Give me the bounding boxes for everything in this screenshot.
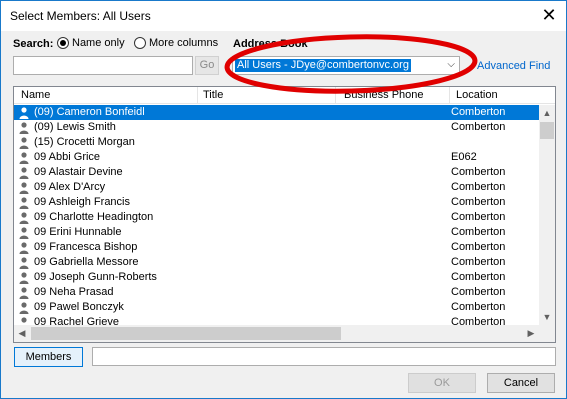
row-name: 09 Abbi Grice	[34, 151, 101, 163]
column-header-business-phone[interactable]: Business Phone	[344, 89, 424, 101]
row-name: (15) Crocetti Morgan	[34, 136, 135, 148]
ok-button[interactable]: OK	[408, 373, 476, 393]
search-label: Search:	[13, 38, 54, 50]
list-header: Name Title Business Phone Location	[14, 87, 555, 104]
radio-name-only-label: Name only	[72, 37, 125, 49]
table-row[interactable]: 09 Charlotte Headington Comberton	[14, 210, 539, 225]
horizontal-scrollbar[interactable]: ◀ ▶	[14, 325, 539, 342]
column-header-location[interactable]: Location	[456, 89, 498, 101]
table-row[interactable]: 09 Erini Hunnable Comberton	[14, 225, 539, 240]
address-book-selected-value: All Users - JDye@combertonvc.org	[234, 58, 412, 73]
row-location: Comberton	[451, 211, 506, 223]
table-row[interactable]: 09 Ashleigh Francis Comberton	[14, 195, 539, 210]
scroll-up-icon[interactable]: ▲	[539, 105, 555, 121]
members-list: Name Title Business Phone Location (09) …	[13, 86, 556, 343]
row-location: Comberton	[451, 196, 506, 208]
table-row[interactable]: 09 Francesca Bishop Comberton	[14, 240, 539, 255]
column-header-title[interactable]: Title	[203, 89, 223, 101]
table-row[interactable]: (09) Cameron Bonfeidl Comberton	[14, 105, 539, 120]
table-row[interactable]: (15) Crocetti Morgan	[14, 135, 539, 150]
person-icon	[19, 272, 29, 284]
person-icon	[19, 227, 29, 239]
column-divider[interactable]	[197, 87, 198, 104]
row-location: Comberton	[451, 181, 506, 193]
vertical-scrollbar[interactable]: ▲ ▼	[539, 105, 555, 325]
person-icon	[19, 212, 29, 224]
table-row[interactable]: 09 Gabriella Messore Comberton	[14, 255, 539, 270]
members-button[interactable]: Members	[14, 347, 83, 367]
members-field[interactable]	[92, 347, 556, 366]
row-location: E062	[451, 151, 477, 163]
radio-name-only[interactable]: Name only	[57, 37, 125, 49]
row-location: Comberton	[451, 301, 506, 313]
row-name: 09 Neha Prasad	[34, 286, 114, 298]
scrollbar-corner	[539, 325, 555, 342]
radio-more-columns[interactable]: More columns	[134, 37, 218, 49]
person-icon	[19, 167, 29, 179]
row-name: 09 Gabriella Messore	[34, 256, 139, 268]
radio-dot-checked[interactable]	[57, 37, 69, 49]
column-divider[interactable]	[449, 87, 450, 104]
row-location: Comberton	[451, 256, 506, 268]
column-header-name[interactable]: Name	[21, 89, 50, 101]
row-location: Comberton	[451, 166, 506, 178]
list-rows: (09) Cameron Bonfeidl Comberton (09) Lew…	[14, 105, 539, 330]
person-icon	[19, 182, 29, 194]
person-icon	[19, 152, 29, 164]
row-name: (09) Lewis Smith	[34, 121, 116, 133]
scroll-down-icon[interactable]: ▼	[539, 309, 555, 325]
vertical-scroll-thumb[interactable]	[540, 122, 554, 139]
row-name: 09 Alex D'Arcy	[34, 181, 106, 193]
person-icon	[19, 287, 29, 299]
person-icon	[19, 302, 29, 314]
table-row[interactable]: 09 Alastair Devine Comberton	[14, 165, 539, 180]
row-name: 09 Charlotte Headington	[34, 211, 154, 223]
table-row[interactable]: 09 Alex D'Arcy Comberton	[14, 180, 539, 195]
row-name: 09 Erini Hunnable	[34, 226, 122, 238]
address-book-label: Address Book	[233, 38, 308, 50]
person-icon	[19, 137, 29, 149]
row-location: Comberton	[451, 286, 506, 298]
person-icon	[19, 242, 29, 254]
person-icon	[19, 107, 29, 119]
scroll-left-icon[interactable]: ◀	[14, 325, 30, 342]
radio-more-columns-label: More columns	[149, 37, 219, 49]
row-name: 09 Joseph Gunn-Roberts	[34, 271, 157, 283]
person-icon	[19, 122, 29, 134]
table-row[interactable]: (09) Lewis Smith Comberton	[14, 120, 539, 135]
dialog-title: Select Members: All Users	[10, 9, 151, 23]
horizontal-scroll-thumb[interactable]	[31, 327, 341, 340]
row-name: 09 Francesca Bishop	[34, 241, 138, 253]
person-icon	[19, 257, 29, 269]
title-bar: Select Members: All Users ✕	[1, 1, 566, 31]
address-book-dropdown[interactable]: All Users - JDye@combertonvc.org ⌵	[232, 56, 460, 75]
table-row[interactable]: 09 Joseph Gunn-Roberts Comberton	[14, 270, 539, 285]
row-location: Comberton	[451, 121, 506, 133]
scroll-right-icon[interactable]: ▶	[523, 325, 539, 342]
row-location: Comberton	[451, 271, 506, 283]
column-divider[interactable]	[335, 87, 336, 104]
table-row[interactable]: 09 Pawel Bonczyk Comberton	[14, 300, 539, 315]
go-button[interactable]: Go	[195, 56, 219, 75]
person-icon	[19, 197, 29, 209]
close-button[interactable]: ✕	[532, 1, 566, 31]
select-members-dialog: Select Members: All Users ✕ Search: Name…	[0, 0, 567, 399]
radio-dot-unchecked[interactable]	[134, 37, 146, 49]
advanced-find-link[interactable]: Advanced Find	[477, 60, 550, 72]
chevron-down-icon[interactable]: ⌵	[447, 59, 455, 70]
table-row[interactable]: 09 Neha Prasad Comberton	[14, 285, 539, 300]
row-name: 09 Pawel Bonczyk	[34, 301, 124, 313]
row-name: 09 Alastair Devine	[34, 166, 123, 178]
row-name: (09) Cameron Bonfeidl	[34, 106, 145, 118]
row-location: Comberton	[451, 106, 506, 118]
table-row[interactable]: 09 Abbi Grice E062	[14, 150, 539, 165]
search-input[interactable]	[13, 56, 193, 75]
cancel-button[interactable]: Cancel	[487, 373, 555, 393]
row-location: Comberton	[451, 241, 506, 253]
row-name: 09 Ashleigh Francis	[34, 196, 130, 208]
row-location: Comberton	[451, 226, 506, 238]
